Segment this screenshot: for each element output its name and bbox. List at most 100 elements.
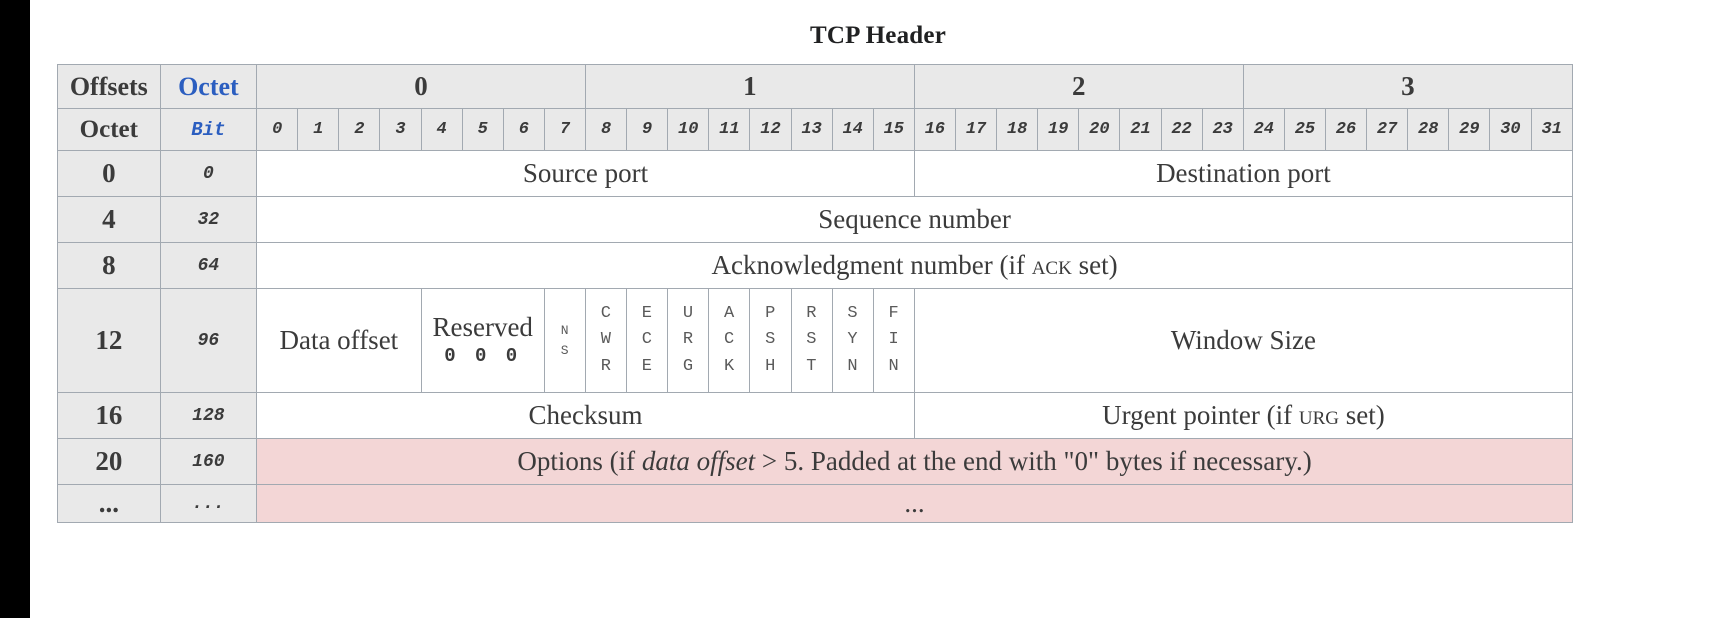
flag-letter: S: [765, 330, 776, 350]
flag-syn: S Y N: [831, 288, 874, 393]
field-checksum: Checksum: [256, 392, 915, 439]
octet-offset-value: 4: [102, 204, 116, 234]
bit-number: 31: [1541, 120, 1562, 139]
bit-cell-20: 20: [1078, 108, 1121, 151]
bit-cell-15: 15: [872, 108, 915, 151]
bit-cell-0: 0: [256, 108, 299, 151]
field-label-tail: set): [1338, 399, 1385, 430]
bit-number: 9: [642, 120, 653, 139]
bit-number: 8: [600, 120, 612, 139]
bit-cell-27: 27: [1366, 108, 1409, 151]
offsets-label-cell: Offsets: [57, 64, 161, 109]
flag-letter: N: [847, 356, 859, 376]
flag-letter: K: [724, 356, 735, 376]
bit-number: 4: [436, 120, 447, 139]
octet-group-1-label: 1: [743, 71, 757, 101]
field-label-smallcaps: URG: [1298, 407, 1339, 429]
bit-cell-10: 10: [667, 108, 710, 151]
octet-offset-value: 16: [95, 400, 123, 430]
row-octet-offset: 4: [57, 196, 161, 243]
reserved-content: Reserved 0 0 0: [422, 312, 544, 369]
flag-letter: R: [682, 330, 694, 350]
bit-label: Bit: [191, 118, 226, 141]
bit-cell-26: 26: [1324, 108, 1368, 151]
flag-letter: C: [724, 330, 735, 350]
field-label: Options (if data offset > 5. Padded at t…: [517, 446, 1311, 476]
bit-offset-value: 128: [192, 405, 225, 426]
table-row: 16 128 Checksum Urgent pointer (if URG s…: [57, 392, 1574, 439]
table-row-options: 20 160 Options (if data offset > 5. Padd…: [57, 438, 1573, 485]
bit-number: 19: [1048, 120, 1069, 139]
field-data-offset: Data offset: [256, 288, 422, 393]
field-urgent-pointer: Urgent pointer (if URG set): [913, 392, 1574, 439]
flag-urg: U R G: [667, 288, 710, 393]
reserved-zero-bits: 0 0 0: [444, 345, 522, 368]
flag-letters: S Y N: [833, 301, 873, 380]
bit-number: 27: [1376, 120, 1398, 139]
bit-number: 12: [760, 120, 781, 139]
octet-group-0-label: 0: [414, 71, 428, 101]
bit-offset-value: 32: [197, 209, 220, 230]
octet-label-left: Octet: [79, 115, 138, 143]
row-octet-offset: ...: [57, 484, 161, 523]
bit-cell-11: 11: [708, 108, 751, 151]
table-row: 0 0 Source port Destination port: [57, 150, 1574, 197]
field-sequence-number: Sequence number: [256, 196, 1573, 243]
bit-number: 28: [1418, 120, 1439, 139]
row-bit-offset: 128: [159, 392, 258, 439]
field-reserved: Reserved 0 0 0: [420, 288, 545, 393]
field-label-main: Urgent pointer (if: [1102, 399, 1299, 430]
bit-number: 11: [719, 120, 740, 139]
bit-cell-4: 4: [420, 108, 463, 151]
flag-letter: Y: [847, 330, 859, 350]
flag-letters: U R G: [668, 301, 708, 380]
bit-cell-12: 12: [749, 108, 792, 151]
field-window-size: Window Size: [913, 288, 1574, 393]
bit-cell-6: 6: [502, 108, 545, 151]
flag-fin: F I N: [872, 288, 915, 393]
flag-letter: C: [600, 303, 612, 323]
bit-cell-31: 31: [1530, 108, 1573, 151]
bit-number: 17: [965, 120, 987, 139]
bit-number: 5: [477, 120, 488, 139]
bit-cell-25: 25: [1283, 108, 1326, 151]
row-bit-offset: 0: [159, 150, 258, 197]
bit-cell-21: 21: [1119, 108, 1162, 151]
bit-number: 26: [1335, 120, 1357, 139]
octet-label-top: Octet: [178, 71, 239, 101]
bit-number: 2: [354, 120, 365, 139]
bit-number: 16: [924, 120, 946, 139]
octet-offset-value: 20: [95, 446, 123, 476]
field-label: Reserved: [432, 312, 533, 343]
flag-letters: F I N: [874, 301, 914, 380]
row-bit-offset: 64: [159, 242, 258, 289]
diagram-page: TCP Header Offsets Octet 0 1 2 3 Octet B…: [30, 0, 1726, 618]
field-options: Options (if data offset > 5. Padded at t…: [256, 438, 1573, 485]
octet-group-3: 3: [1242, 64, 1574, 109]
field-label: Data offset: [279, 324, 399, 355]
flag-ack: A C K: [708, 288, 751, 393]
flag-letter: F: [888, 303, 900, 323]
table-row-flags: 12 96 Data offset Reserved 0 0 0 N S C W…: [57, 288, 1574, 393]
bit-cell-19: 19: [1037, 108, 1080, 151]
bit-number: 1: [313, 120, 324, 139]
bit-number: 6: [518, 120, 529, 139]
row-bit-offset: 32: [159, 196, 258, 243]
table-row: 4 32 Sequence number: [57, 196, 1573, 243]
bit-label-cell: Bit: [159, 108, 258, 151]
bit-number: 3: [395, 120, 406, 139]
table-row: 8 64 Acknowledgment number (if ACK set): [57, 242, 1573, 289]
options-text-italic: data offset: [641, 445, 756, 476]
field-acknowledgment-number: Acknowledgment number (if ACK set): [256, 242, 1573, 289]
octet-label-cell: Octet: [159, 64, 258, 109]
octet-group-1: 1: [584, 64, 915, 109]
row-bit-offset: 160: [159, 438, 258, 485]
flag-letter: R: [806, 303, 817, 323]
bit-cell-7: 7: [543, 108, 586, 151]
flag-cwr: C W R: [584, 288, 628, 393]
flag-ece: E C E: [626, 288, 669, 393]
bit-number: 14: [842, 120, 863, 139]
field-label: Source port: [522, 157, 649, 188]
bit-number: 20: [1089, 120, 1110, 139]
bit-cell-17: 17: [954, 108, 998, 151]
